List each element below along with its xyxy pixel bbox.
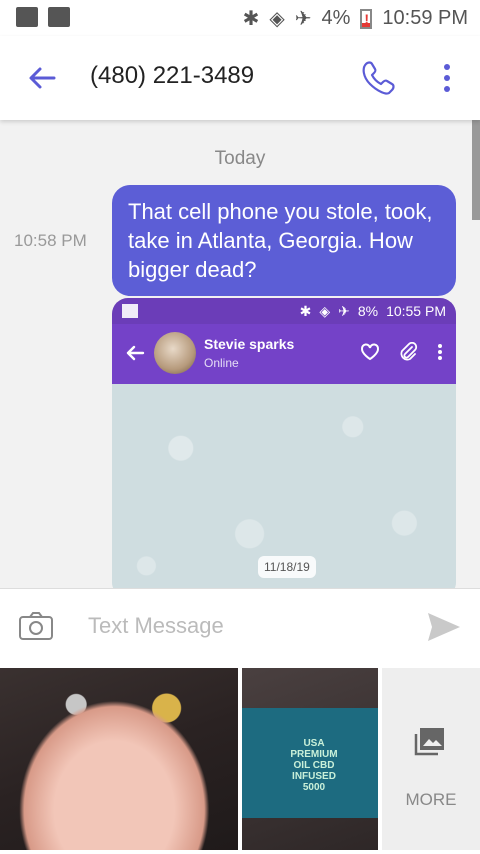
attachment-contact-name: Stevie sparks [204,336,295,352]
bluetooth-icon: ✱ [242,8,260,30]
status-time: 10:59 PM [382,7,468,29]
heart-icon [361,343,379,361]
more-photos-button[interactable]: MORE [382,668,480,850]
airplane-icon: ✈ [338,302,350,319]
battery-percent: 4% [321,7,351,29]
attachment-date-chip: 11/18/19 [258,556,316,578]
avatar [154,332,196,374]
back-arrow-icon [126,345,145,361]
airplane-icon: ✈ [294,8,312,30]
activity-notification-icon [122,304,138,318]
message-composer: Text Message [0,588,480,667]
attachment-status-bar: ✱ ◈ ✈ 8% 10:55 PM [112,298,456,324]
photo-gallery-tray: USA PREMIUM OIL CBD INFUSED 5000 MORE [0,666,480,854]
attachment-time: 10:55 PM [386,303,446,319]
gallery-notification-icon [16,7,38,27]
attachment-contact-status: Online [204,356,239,370]
more-label: MORE [405,790,457,809]
conversation-area[interactable]: Today 10:58 PM That cell phone you stole… [0,120,480,588]
bottle-label: USA PREMIUM OIL CBD INFUSED 5000 [290,738,338,793]
conversation-header: (480) 221-3489 [0,36,480,120]
text-message-input[interactable]: Text Message [88,613,224,639]
wifi-icon: ◈ [269,8,285,30]
camera-icon[interactable] [18,611,54,641]
gallery-icon [414,728,444,756]
back-arrow-icon[interactable] [26,62,58,94]
bluetooth-icon: ✱ [299,302,312,319]
activity-notification-icon [48,7,70,27]
overflow-menu-icon[interactable] [444,64,450,92]
battery-icon: ! [360,8,373,29]
date-divider: Today [214,148,266,169]
wifi-icon: ◈ [319,302,331,319]
contact-title: (480) 221-3489 [90,62,255,89]
paperclip-icon [400,342,418,361]
gallery-photo-1[interactable] [0,668,238,850]
phone-call-icon[interactable] [358,58,398,98]
message-timestamp: 10:58 PM [14,231,87,250]
image-attachment[interactable]: ✱ ◈ ✈ 8% 10:55 PM Stevie sparks Online 1… [112,298,456,588]
attachment-chat-header: Stevie sparks Online [112,324,456,384]
gallery-photo-2[interactable]: USA PREMIUM OIL CBD INFUSED 5000 [242,668,378,850]
overflow-menu-icon [438,344,442,360]
attachment-battery: 8% [357,303,379,319]
scrollbar[interactable] [472,120,480,220]
status-bar: ✱ ◈ ✈ 4% ! 10:59 PM [0,0,480,36]
message-bubble[interactable]: That cell phone you stole, took, take in… [112,185,456,296]
send-icon[interactable] [426,611,462,643]
